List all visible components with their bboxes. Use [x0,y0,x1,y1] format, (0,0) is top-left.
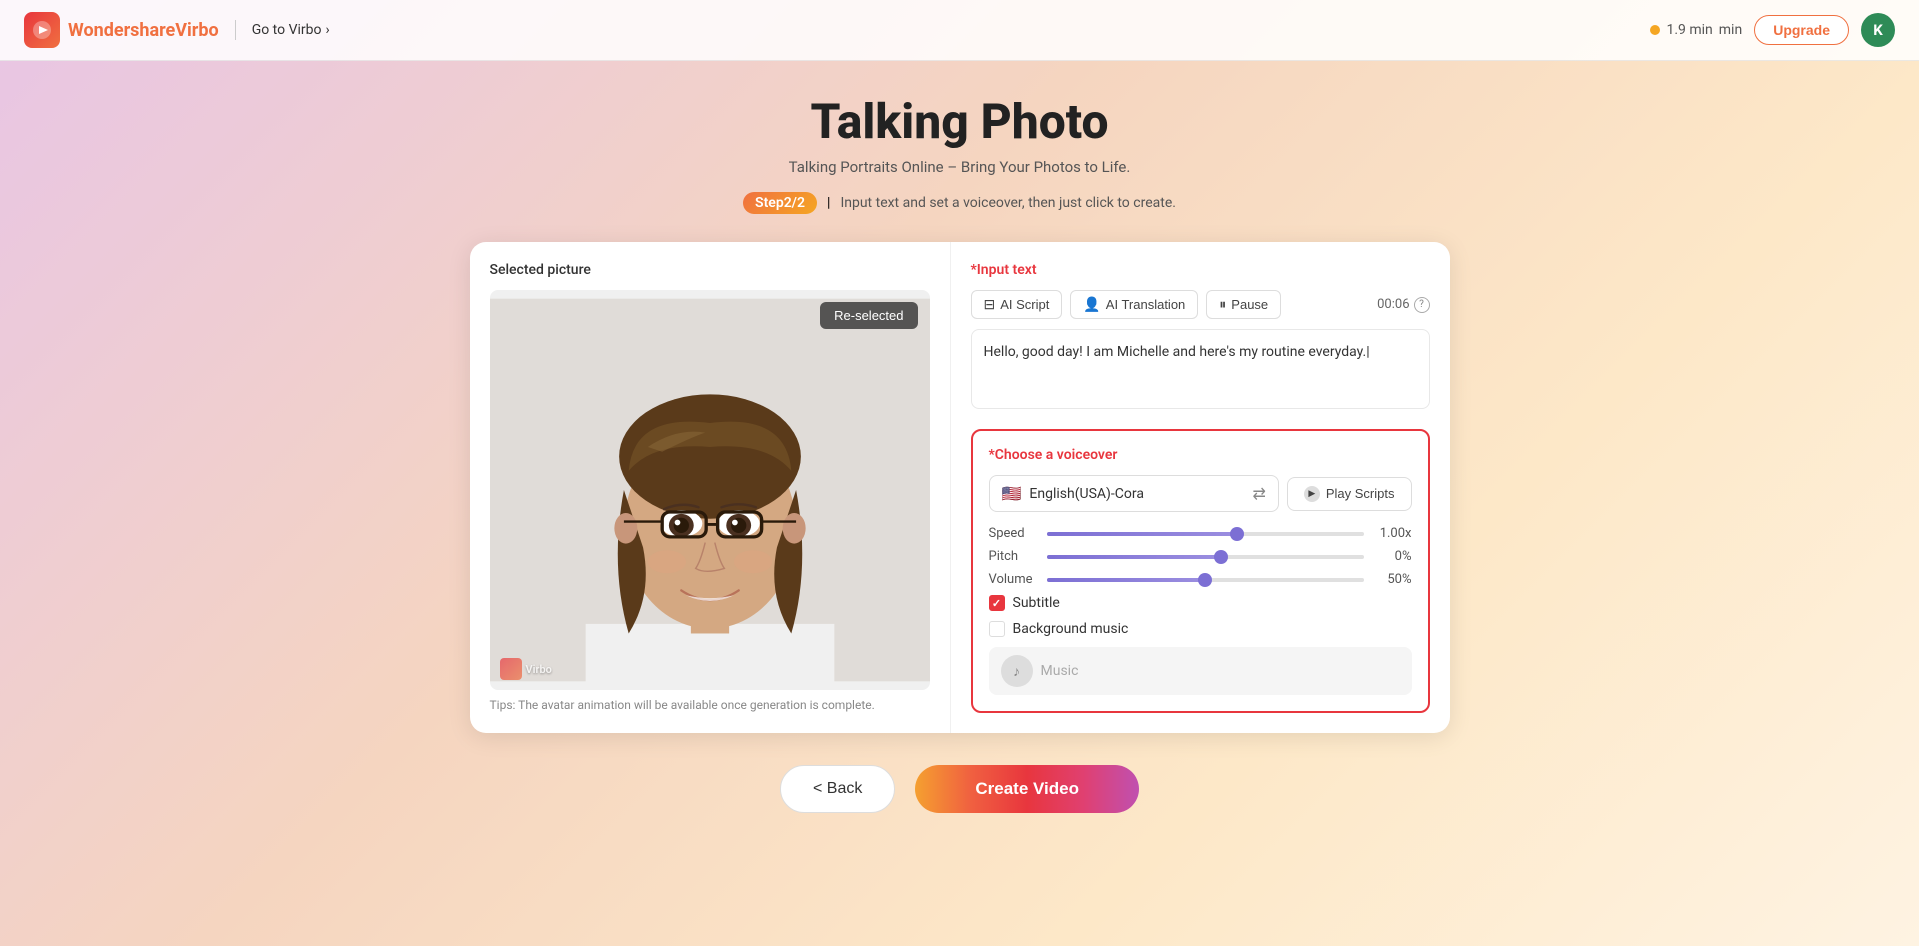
time-display: 00:06 ? [1377,297,1429,313]
logo-area: WondershareVirbo [24,12,219,48]
ai-script-button[interactable]: ⊟ AI Script [971,290,1063,319]
step-bar: Step2/2 | Input text and set a voiceover… [743,192,1176,214]
portrait-image [490,290,930,690]
speed-label: Speed [989,526,1037,541]
watermark-logo [500,658,522,680]
header-right: 1.9 min min Upgrade K [1650,13,1895,47]
back-button[interactable]: < Back [780,765,895,813]
create-video-button[interactable]: Create Video [915,765,1139,813]
reselect-button[interactable]: Re-selected [820,302,917,329]
upgrade-button[interactable]: Upgrade [1754,15,1849,45]
avatar: K [1861,13,1895,47]
translate-icon: 👤 [1083,296,1100,313]
play-icon: ▶ [1304,486,1320,502]
logo-icon [24,12,60,48]
speed-value: 1.00x [1374,526,1412,541]
play-scripts-button[interactable]: ▶ Play Scripts [1287,477,1412,511]
music-label: Music [1041,663,1079,679]
watermark: Virbo [500,658,552,680]
pitch-label: Pitch [989,549,1037,564]
voice-name: English(USA)-Cora [1029,486,1244,502]
page-subtitle: Talking Portraits Online – Bring Your Ph… [789,158,1131,176]
voiceover-title: *Choose a voiceover [989,447,1412,463]
pause-button[interactable]: ⏸ Pause [1206,290,1281,319]
photo-container: Re-selected Virbo [490,290,930,690]
speed-track [1047,532,1364,536]
right-panel: *Input text ⊟ AI Script 👤 AI Translation… [950,242,1450,733]
input-text-label: *Input text [971,262,1430,278]
ai-translation-button[interactable]: 👤 AI Translation [1070,290,1198,319]
brand-name: WondershareVirbo [68,20,219,41]
selected-picture-label: Selected picture [490,262,930,278]
goto-virbo-link[interactable]: Go to Virbo › [252,22,330,38]
bottom-bar: < Back Create Video [780,765,1139,813]
credits-icon [1650,25,1660,35]
subtitle-row: Subtitle [989,595,1412,611]
pause-icon: ⏸ [1219,296,1226,313]
subtitle-label: Subtitle [1013,595,1060,611]
music-icon: ♪ [1001,655,1033,687]
ai-script-icon: ⊟ [984,296,996,313]
left-panel: Selected picture [470,242,950,733]
volume-slider-row: Volume 50% [989,572,1412,587]
filter-icon: ⇄ [1252,484,1265,503]
photo-tip: Tips: The avatar animation will be avail… [490,698,930,712]
pitch-value: 0% [1374,549,1412,564]
page-title: Talking Photo [810,93,1108,150]
voice-selector-row: 🇺🇸 English(USA)-Cora ⇄ ▶ Play Scripts [989,475,1412,512]
subtitle-checkbox[interactable] [989,595,1005,611]
header-divider [235,20,236,40]
bg-music-label: Background music [1013,621,1129,637]
header: WondershareVirbo Go to Virbo › 1.9 min m… [0,0,1919,61]
volume-value: 50% [1374,572,1412,587]
bg-music-row: Background music [989,621,1412,637]
credits-display: 1.9 min min [1650,22,1742,38]
info-icon: ? [1414,297,1430,313]
pitch-slider-row: Pitch 0% [989,549,1412,564]
volume-label: Volume [989,572,1037,587]
step-divider: | [827,195,830,211]
volume-track [1047,578,1364,582]
watermark-text: Virbo [526,663,552,676]
step-description: Input text and set a voiceover, then jus… [840,195,1176,211]
speed-slider-row: Speed 1.00x [989,526,1412,541]
voice-selector[interactable]: 🇺🇸 English(USA)-Cora ⇄ [989,475,1279,512]
input-toolbar: ⊟ AI Script 👤 AI Translation ⏸ Pause 00:… [971,290,1430,319]
step-label: Step2/2 [743,192,817,214]
pitch-track [1047,555,1364,559]
text-input[interactable]: Hello, good day! I am Michelle and here'… [971,329,1430,409]
chevron-right-icon: › [326,22,330,38]
main-content: Talking Photo Talking Portraits Online –… [0,61,1919,853]
music-row[interactable]: ♪ Music [989,647,1412,695]
flag-icon: 🇺🇸 [1002,484,1022,503]
bg-music-checkbox[interactable] [989,621,1005,637]
voiceover-section: *Choose a voiceover 🇺🇸 English(USA)-Cora… [971,429,1430,713]
main-card: Selected picture [470,242,1450,733]
